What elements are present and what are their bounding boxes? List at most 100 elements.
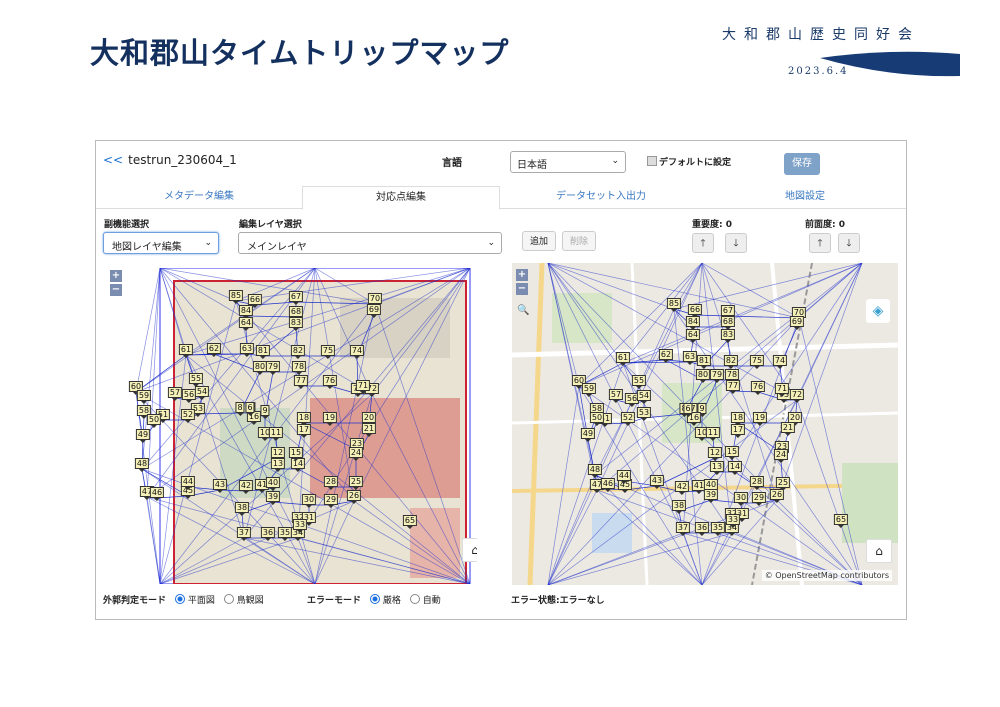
gcp-marker[interactable]: 64 <box>238 317 254 331</box>
radio-error-strict[interactable] <box>369 594 380 604</box>
gcp-marker[interactable]: 48 <box>587 464 603 478</box>
gcp-marker[interactable]: 35 <box>710 522 726 536</box>
gcp-marker[interactable]: 65 <box>833 514 849 528</box>
gcp-marker[interactable]: 21 <box>780 422 796 436</box>
gcp-marker[interactable]: 39 <box>265 491 281 505</box>
gcp-marker[interactable]: 17 <box>296 424 312 438</box>
gcp-marker[interactable]: 11 <box>705 427 721 441</box>
gcp-marker[interactable]: 84 <box>238 305 254 319</box>
gcp-marker[interactable]: 55 <box>188 373 204 387</box>
gcp-marker[interactable]: 42 <box>674 481 690 495</box>
gcp-marker[interactable]: 38 <box>234 502 250 516</box>
gcp-marker[interactable]: 13 <box>709 461 725 475</box>
gcp-marker[interactable]: 62 <box>658 349 674 363</box>
gcp-marker[interactable]: 36 <box>260 527 276 541</box>
edit-layer-select[interactable]: メインレイヤ ⌄ <box>238 232 502 254</box>
gcp-marker[interactable]: 26 <box>769 489 785 503</box>
importance-up-button[interactable]: 🡑 <box>692 233 714 253</box>
home-button[interactable]: ⌂ <box>462 538 477 562</box>
gcp-marker[interactable]: 19 <box>752 412 768 426</box>
gcp-marker[interactable]: 55 <box>631 375 647 389</box>
language-select[interactable]: 日本語 ⌄ <box>510 151 626 173</box>
gcp-marker[interactable]: 78 <box>724 369 740 383</box>
gcp-marker[interactable]: 77 <box>725 380 741 394</box>
gcp-marker[interactable]: 66 <box>687 304 703 318</box>
gcp-marker[interactable]: 33 <box>292 519 308 533</box>
gcp-marker[interactable]: 12 <box>270 447 286 461</box>
gcp-marker[interactable]: 25 <box>775 477 791 491</box>
gcp-marker[interactable]: 19 <box>322 412 338 426</box>
gcp-marker[interactable]: 6 <box>245 402 255 416</box>
gcp-marker[interactable]: 12 <box>707 447 723 461</box>
gcp-marker[interactable]: 68 <box>720 316 736 330</box>
gcp-marker[interactable]: 46 <box>600 478 616 492</box>
gcp-marker[interactable]: 20 <box>361 412 377 426</box>
gcp-marker[interactable]: 74 <box>772 355 788 369</box>
gcp-marker[interactable]: 37 <box>236 527 252 541</box>
gcp-marker[interactable]: 28 <box>749 476 765 490</box>
gcp-marker[interactable]: 15 <box>724 446 740 460</box>
gcp-marker[interactable]: 81 <box>696 355 712 369</box>
gcp-marker[interactable]: 64 <box>685 329 701 343</box>
gcp-marker[interactable]: 13 <box>270 458 286 472</box>
gcp-marker[interactable]: 29 <box>323 494 339 508</box>
gcp-marker[interactable]: 26 <box>346 490 362 504</box>
search-icon[interactable]: 🔍 <box>517 305 531 319</box>
gcp-marker[interactable]: 38 <box>671 500 687 514</box>
gcp-marker[interactable]: 49 <box>135 429 151 443</box>
gcp-marker[interactable]: 14 <box>727 461 743 475</box>
gcp-marker[interactable]: 85 <box>228 290 244 304</box>
add-button[interactable]: 追加 <box>522 231 556 251</box>
gcp-marker[interactable]: 63 <box>682 351 698 365</box>
gcp-marker[interactable]: 39 <box>703 489 719 503</box>
save-button[interactable]: 保存 <box>784 153 820 175</box>
gcp-marker[interactable]: 61 <box>615 352 631 366</box>
zoom-out-button[interactable]: − <box>516 283 528 295</box>
gcp-marker[interactable]: 84 <box>685 316 701 330</box>
gcp-marker[interactable]: 82 <box>290 345 306 359</box>
front-up-button[interactable]: 🡑 <box>809 233 831 253</box>
gcp-marker[interactable]: 77 <box>293 375 309 389</box>
gcp-marker[interactable]: 71 <box>774 383 790 397</box>
gcp-marker[interactable]: 52 <box>180 409 196 423</box>
front-down-button[interactable]: 🡓 <box>838 233 860 253</box>
checkbox-icon[interactable] <box>647 156 657 166</box>
gcp-marker[interactable]: 66 <box>247 294 263 308</box>
radio-outer-bird[interactable] <box>223 594 234 604</box>
layers-icon[interactable]: ◈ <box>866 299 890 323</box>
gcp-marker[interactable]: 75 <box>749 355 765 369</box>
gcp-marker[interactable]: 67 <box>720 305 736 319</box>
gcp-marker[interactable]: 78 <box>291 361 307 375</box>
zoom-out-button[interactable]: − <box>110 284 122 296</box>
home-button[interactable]: ⌂ <box>866 539 892 563</box>
gcp-marker[interactable]: 85 <box>666 298 682 312</box>
gcp-marker[interactable]: 42 <box>238 480 254 494</box>
gcp-marker[interactable]: 79 <box>709 369 725 383</box>
tab-gcp-edit[interactable]: 対応点編集 <box>302 186 500 210</box>
gcp-marker[interactable]: 36 <box>694 522 710 536</box>
gcp-marker[interactable]: 8 <box>235 402 245 416</box>
gcp-marker[interactable]: 62 <box>206 343 222 357</box>
gcp-marker[interactable]: 83 <box>720 329 736 343</box>
gcp-marker[interactable]: 71 <box>355 380 371 394</box>
zoom-in-button[interactable]: + <box>110 270 122 282</box>
gcp-marker[interactable]: 18 <box>730 412 746 426</box>
gcp-marker[interactable]: 82 <box>723 355 739 369</box>
gcp-marker[interactable]: 11 <box>268 427 284 441</box>
gcp-marker[interactable]: 76 <box>750 381 766 395</box>
gcp-marker[interactable]: 80 <box>695 369 711 383</box>
gcp-marker[interactable]: 6 <box>683 403 693 417</box>
zoom-in-button[interactable]: + <box>516 269 528 281</box>
gcp-marker[interactable]: 50 <box>589 412 605 426</box>
gcp-marker[interactable]: 57 <box>608 389 624 403</box>
gcp-marker[interactable]: 65 <box>402 515 418 529</box>
gcp-marker[interactable]: 44 <box>180 476 196 490</box>
gcp-marker[interactable]: 46 <box>149 487 165 501</box>
back-arrows[interactable]: << <box>103 153 123 167</box>
gcp-marker[interactable]: 69 <box>789 316 805 330</box>
gcp-marker[interactable]: 59 <box>136 390 152 404</box>
gcp-marker[interactable]: 81 <box>255 345 271 359</box>
gcp-marker[interactable]: 30 <box>733 492 749 506</box>
gcp-marker[interactable]: 63 <box>239 343 255 357</box>
tab-metadata[interactable]: メタデータ編集 <box>96 186 302 208</box>
